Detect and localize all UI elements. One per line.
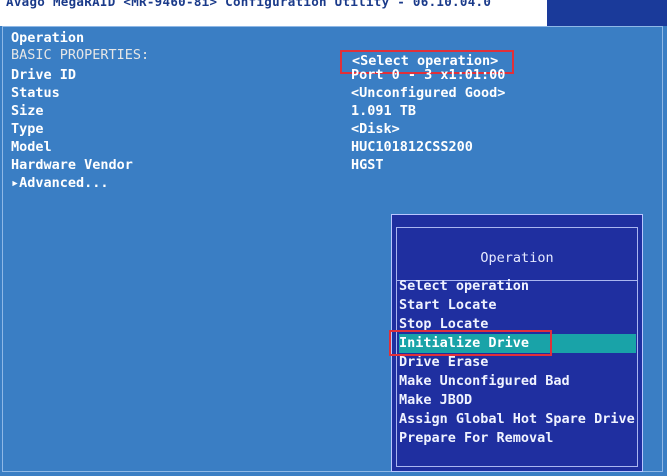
popup-option-prepare-for-removal[interactable]: Prepare For Removal	[399, 429, 636, 448]
model-value: HUC101812CSS200	[351, 139, 473, 155]
drive-id-label: Drive ID	[11, 67, 77, 83]
hardware-vendor-label: Hardware Vendor	[11, 157, 133, 173]
popup-option-make-jbod[interactable]: Make JBOD	[399, 391, 636, 410]
popup-option-select-operation[interactable]: Select operation	[399, 277, 636, 296]
operation-popup-title: Operation	[480, 250, 554, 266]
size-value: 1.091 TB	[351, 103, 417, 119]
title-tab	[547, 0, 667, 26]
model-label: Model	[11, 139, 52, 155]
utility-title: Avago MegaRAID <MR-9460-8i> Configuratio…	[6, 0, 492, 9]
popup-option-start-locate[interactable]: Start Locate	[399, 296, 636, 315]
hardware-vendor-value: HGST	[351, 157, 384, 173]
type-value: <Disk>	[351, 121, 400, 137]
initialize-drive-highlight-box	[389, 330, 552, 356]
status-value: <Unconfigured Good>	[351, 85, 506, 101]
size-label: Size	[11, 103, 44, 119]
status-label: Status	[11, 85, 60, 101]
advanced-link[interactable]: ▸Advanced...	[11, 174, 109, 192]
drive-id-value: Port 0 - 3 x1:01:00	[351, 67, 506, 83]
title-bar: Avago MegaRAID <MR-9460-8i> Configuratio…	[0, 0, 667, 26]
popup-option-assign-global-hot-spare[interactable]: Assign Global Hot Spare Drive	[399, 410, 636, 429]
operation-label: Operation	[11, 30, 85, 46]
basic-properties-heading: BASIC PROPERTIES:	[11, 47, 150, 63]
popup-option-make-unconfigured-bad[interactable]: Make Unconfigured Bad	[399, 372, 636, 391]
type-label: Type	[11, 121, 44, 137]
